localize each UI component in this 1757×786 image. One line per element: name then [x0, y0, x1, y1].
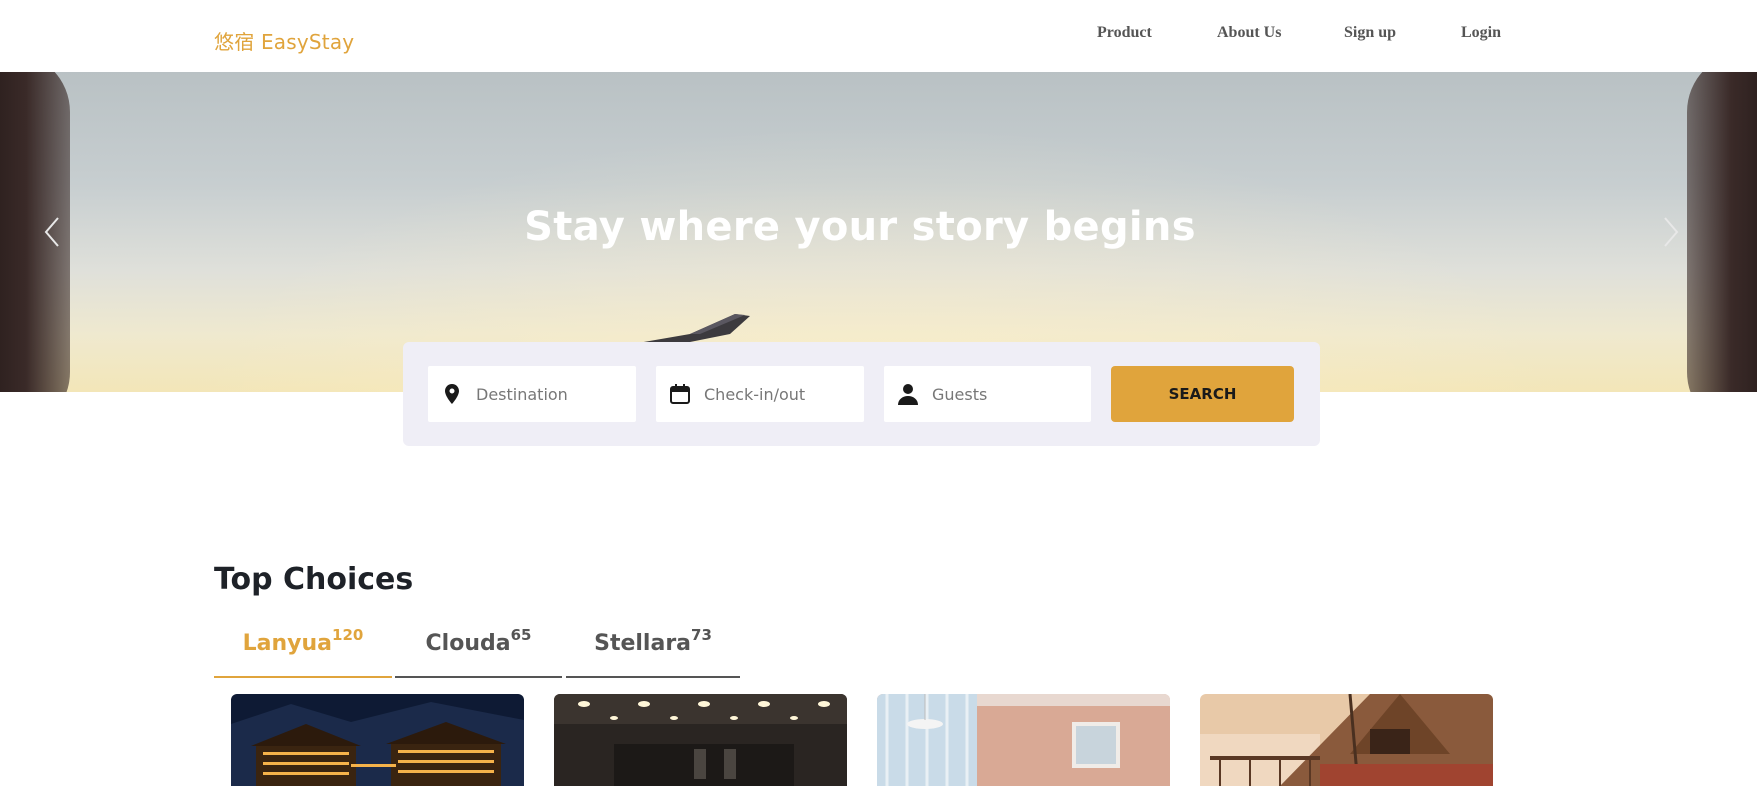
check-in-out-field[interactable]: Check-in/out — [656, 366, 864, 422]
hero-title: Stay where your story begins — [524, 204, 1196, 250]
tab-lanyua[interactable]: Lanyua120 — [214, 618, 392, 678]
search-button[interactable]: SEARCH — [1111, 366, 1294, 422]
map-pin-icon — [445, 384, 459, 404]
nav-login[interactable]: Login — [1461, 24, 1501, 42]
chevron-right-icon — [1664, 217, 1679, 247]
hotel-card[interactable] — [231, 694, 524, 786]
top-header: 悠宿 EasyStay Product About Us Sign up Log… — [0, 0, 1757, 72]
search-panel: Destination Check-in/out Guests SEARCH — [403, 342, 1320, 446]
hotel-photo-snowy-lodge — [231, 694, 524, 786]
hotel-photo-bedroom — [877, 694, 1170, 786]
calendar-icon — [670, 384, 690, 404]
tab-count: 65 — [510, 626, 532, 644]
hotel-photo-lobby — [554, 694, 847, 786]
hotel-photo-beach-hut — [1200, 694, 1493, 786]
tab-clouda[interactable]: Clouda65 — [395, 618, 562, 678]
tab-stellara[interactable]: Stellara73 — [566, 618, 740, 678]
hotel-card[interactable] — [1200, 694, 1493, 786]
tab-label: Clouda65 — [425, 626, 532, 656]
brand-logo[interactable]: 悠宿 EasyStay — [214, 26, 354, 55]
carousel-next-button[interactable] — [1655, 212, 1685, 252]
tab-label: Lanyua120 — [242, 626, 364, 656]
guests-placeholder: Guests — [932, 385, 988, 404]
tab-label: Stellara73 — [594, 626, 712, 656]
person-icon — [898, 384, 918, 405]
destination-placeholder: Destination — [476, 385, 568, 404]
hotel-card[interactable] — [554, 694, 847, 786]
tab-count: 73 — [691, 626, 712, 644]
chevron-left-icon — [44, 217, 59, 247]
nav-about-us[interactable]: About Us — [1217, 24, 1281, 42]
carousel-prev-button[interactable] — [38, 212, 68, 252]
tab-count: 120 — [332, 626, 364, 644]
hotel-card[interactable] — [877, 694, 1170, 786]
check-in-out-placeholder: Check-in/out — [704, 385, 806, 404]
section-title: Top Choices — [214, 562, 414, 597]
destination-field[interactable]: Destination — [428, 366, 636, 422]
guests-field[interactable]: Guests — [884, 366, 1091, 422]
nav-sign-up[interactable]: Sign up — [1344, 24, 1396, 42]
nav-product[interactable]: Product — [1097, 24, 1152, 42]
